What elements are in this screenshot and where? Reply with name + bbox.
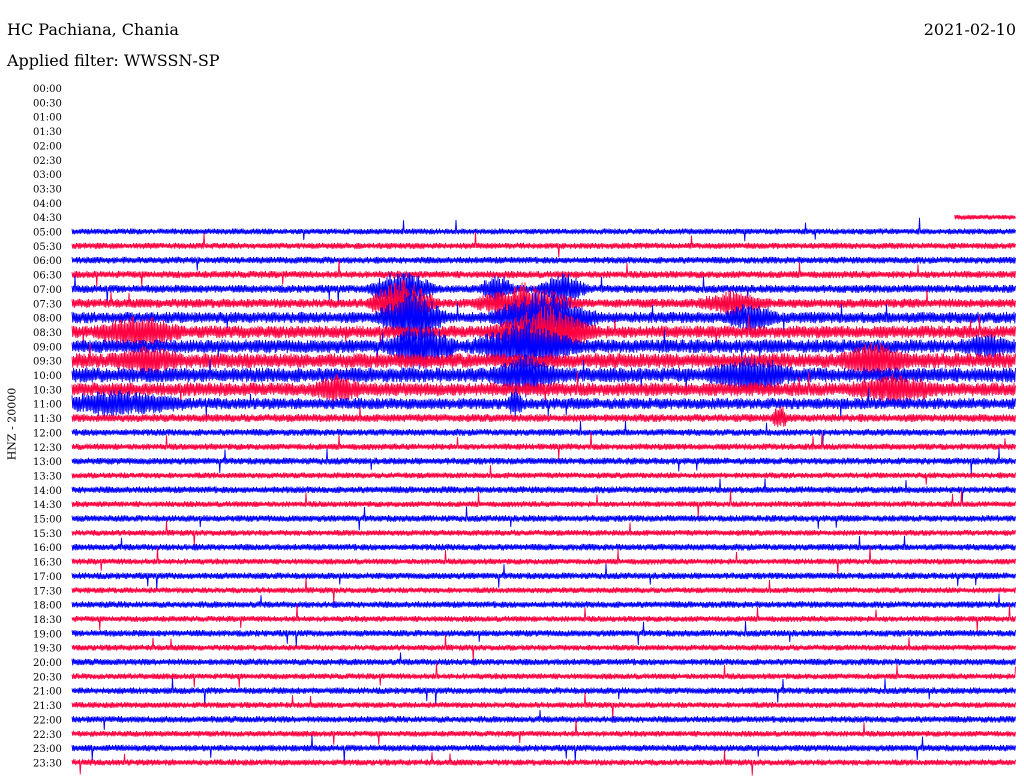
time-label: 04:00 [33,199,62,210]
time-label: 03:00 [33,170,62,181]
seismogram-trace-row [71,709,1016,730]
seismogram-trace-row [71,735,1016,763]
time-label: 16:00 [33,543,62,554]
time-label: 20:00 [33,658,62,669]
time-label: 17:00 [33,572,62,583]
time-label: 07:00 [33,285,62,296]
seismogram-plot: 00:00 00:30 01:00 01:30 02:00 02:30 03:00 03:30… [33,84,1016,776]
time-label: 09:30 [33,357,62,368]
seismogram-trace-row [71,478,1016,505]
seismogram-trace-row [71,489,1016,517]
time-label: 02:30 [33,156,62,167]
time-label: 19:00 [33,629,62,640]
time-label: 05:30 [33,242,62,253]
time-label: 06:30 [33,271,62,282]
time-label: 07:30 [33,299,62,310]
time-label: 01:00 [33,113,62,124]
time-label: 21:00 [33,687,62,698]
time-label: 18:30 [33,615,62,626]
time-label: 13:30 [33,471,62,482]
time-label: 14:00 [33,486,62,497]
time-labels: 00:00 00:30 01:00 01:30 02:00 02:30 03:00 03:30… [33,84,62,769]
seismogram-trace-row [71,652,1016,666]
time-label: 21:30 [33,701,62,712]
time-label: 04:30 [33,213,62,224]
time-label: 11:30 [33,414,62,425]
time-label: 23:30 [33,758,62,769]
time-label: 16:30 [33,558,62,569]
time-label: 15:30 [33,529,62,540]
seismogram-trace-row [71,749,1016,776]
seismogram-trace-row [71,465,1016,485]
time-label: 10:00 [33,371,62,382]
time-label: 06:00 [33,256,62,267]
seismogram-trace-row [71,231,1016,258]
seismogram-trace-row [71,604,1016,632]
seismogram-trace-row [71,535,1016,551]
seismogram-trace-row [71,593,1016,608]
time-label: 11:00 [33,400,62,411]
time-label: 22:30 [33,730,62,741]
time-label: 23:00 [33,744,62,755]
seismogram-trace-row [71,662,1016,688]
seismogram-traces [71,214,1016,776]
seismogram-trace-row [71,520,1016,546]
time-label: 22:00 [33,715,62,726]
seismogram-trace-row [71,420,1016,447]
seismogram-trace-row [71,506,1016,531]
time-label: 13:00 [33,457,62,468]
seismogram-trace-row [71,406,1016,428]
seismogram-trace-row [71,577,1016,604]
time-label: 19:30 [33,644,62,655]
seismogram-trace-row [71,677,1016,706]
time-label: 20:30 [33,672,62,683]
seismogram-trace-row [71,259,1016,287]
time-label: 09:00 [33,342,62,353]
seismogram-trace-row [71,447,1016,474]
time-label: 03:30 [33,184,62,195]
time-label: 00:30 [33,98,62,109]
time-label: 08:30 [33,328,62,339]
seismogram-trace-row [71,256,1016,271]
time-label: 14:30 [33,500,62,511]
time-label: 08:00 [33,314,62,325]
time-label: 12:30 [33,443,62,454]
time-label: 10:30 [33,385,62,396]
time-label: 18:00 [33,601,62,612]
seismogram-trace-row [71,432,1016,460]
seismogram-trace-row [71,563,1016,590]
time-label: 00:00 [33,84,62,95]
time-label: 15:00 [33,515,62,526]
time-label: 12:00 [33,428,62,439]
seismogram-trace-row [71,217,1016,242]
time-label: 17:30 [33,586,62,597]
seismogram-trace-row [71,547,1016,575]
seismogram-trace-row [71,692,1016,718]
time-label: 01:30 [33,127,62,138]
seismogram-trace-row [954,214,1016,220]
time-label: 02:00 [33,141,62,152]
seismogram-trace-row [71,635,1016,661]
time-label: 05:00 [33,228,62,239]
seismogram-trace-row [71,719,1016,745]
seismogram-trace-row [71,621,1016,648]
